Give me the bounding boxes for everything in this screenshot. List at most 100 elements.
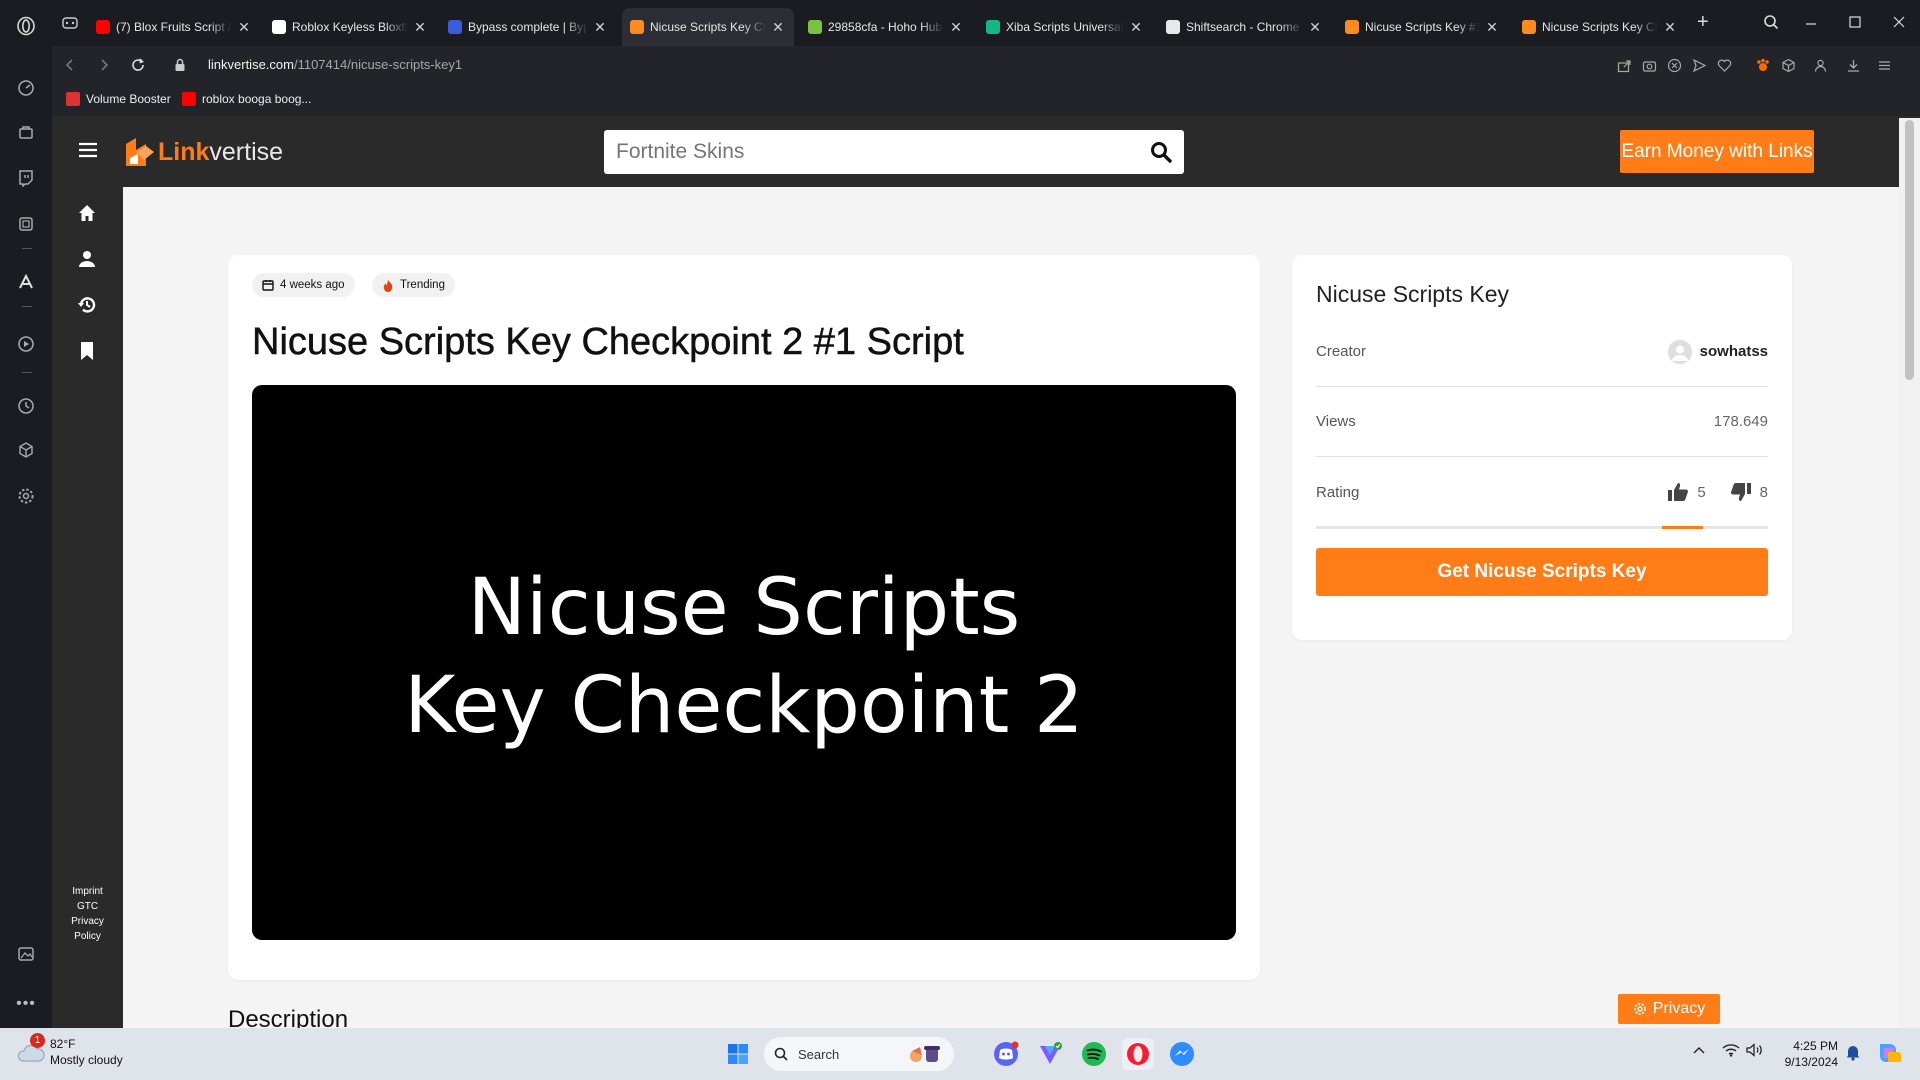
tab-islands-icon[interactable] [62, 17, 78, 29]
creator-name: sowhatss [1699, 343, 1768, 360]
download-icon[interactable] [1845, 57, 1861, 73]
close-window-button[interactable] [1884, 10, 1914, 34]
easy-setup-menu-icon[interactable] [1876, 57, 1892, 73]
discord-icon[interactable] [990, 1038, 1022, 1070]
copilot-icon[interactable] [1874, 1038, 1904, 1068]
crypto-wallet-icon[interactable] [14, 438, 38, 462]
imprint-link[interactable]: Imprint [52, 884, 123, 899]
policy-link[interactable]: Policy [52, 929, 123, 944]
tab-close-icon[interactable]: ✕ [1662, 19, 1678, 36]
dislike-button[interactable]: 8 [1730, 482, 1768, 502]
maximize-button[interactable] [1840, 10, 1870, 34]
settings-gear-icon[interactable] [14, 484, 38, 508]
privacy-settings-button[interactable]: Privacy [1618, 994, 1720, 1024]
url-field[interactable]: linkvertise.com/1107414/nicuse-scripts-k… [208, 57, 462, 72]
hamburger-menu-icon[interactable] [78, 142, 98, 158]
browser-tab[interactable]: Shiftsearch - Chrome W ✕ [1158, 8, 1331, 46]
heart-icon[interactable] [1716, 57, 1732, 73]
spotify-icon[interactable] [1078, 1038, 1110, 1070]
gtc-link[interactable]: GTC [52, 899, 123, 914]
opera-logo-icon[interactable] [14, 14, 38, 38]
wifi-icon[interactable] [1722, 1043, 1740, 1057]
tab-close-icon[interactable]: ✕ [592, 19, 608, 36]
linkvertise-logo-icon [126, 138, 154, 166]
tab-close-icon[interactable]: ✕ [1128, 19, 1144, 36]
show-hidden-icons[interactable] [1693, 1045, 1705, 1055]
profile-icon[interactable] [1812, 57, 1828, 73]
get-key-button[interactable]: Get Nicuse Scripts Key [1316, 548, 1768, 596]
more-options-icon[interactable]: ••• [14, 992, 38, 1016]
tab-close-icon[interactable]: ✕ [1484, 19, 1500, 36]
ad-blocker-icon[interactable] [1666, 57, 1682, 73]
browser-tab[interactable]: (7) Blox Fruits Script / H ✕ [88, 8, 260, 46]
minimize-button[interactable] [1796, 10, 1826, 34]
home-icon[interactable] [75, 201, 99, 225]
vpn-app-icon[interactable] [1034, 1038, 1066, 1070]
opera-gx-taskbar-icon[interactable] [1122, 1038, 1154, 1070]
post-thumbnail[interactable]: Nicuse Scripts Key Checkpoint 2 [252, 385, 1236, 940]
privacy-link[interactable]: Privacy [52, 914, 123, 929]
bookmark-item[interactable]: Volume Booster [66, 92, 171, 106]
browser-tab[interactable]: Nicuse Scripts Key Chec ✕ [622, 8, 794, 46]
volume-icon[interactable] [1746, 1043, 1764, 1057]
tab-search-icon[interactable] [1756, 10, 1786, 34]
clock-date: 9/13/2024 [1784, 1055, 1838, 1069]
url-domain: linkvertise.com [208, 57, 294, 72]
share-icon[interactable] [1616, 57, 1632, 73]
tab-close-icon[interactable]: ✕ [412, 19, 428, 36]
browser-tab[interactable]: Xiba Scripts Universal K ✕ [978, 8, 1152, 46]
back-button[interactable] [62, 57, 78, 73]
new-tab-button[interactable]: + [1697, 12, 1709, 32]
player-icon[interactable] [14, 332, 38, 356]
weather-widget[interactable]: 1 82°F Mostly cloudy [16, 1033, 123, 1068]
browser-tab[interactable]: 29858cfa - Hoho Hub V ✕ [800, 8, 972, 46]
sidebar-divider [22, 248, 32, 249]
clock[interactable]: 4:25 PM 9/13/2024 [1772, 1038, 1838, 1070]
shopping-icon[interactable] [14, 120, 38, 144]
notifications-bell-icon[interactable] [1845, 1043, 1861, 1061]
aria-icon[interactable] [14, 270, 38, 294]
bookmarks-bar: Volume Booster roblox booga boog... [52, 84, 1920, 116]
thumbs-down-icon [1730, 483, 1751, 501]
browser-tab[interactable]: Bypass complete | Bypa ✕ [440, 8, 616, 46]
messenger-icon[interactable] [1166, 1038, 1198, 1070]
history-icon[interactable] [14, 394, 38, 418]
search-icon[interactable] [1150, 141, 1172, 163]
bookmark-item[interactable]: roblox booga boog... [182, 92, 311, 106]
user-icon[interactable] [75, 247, 99, 271]
speed-dial-icon[interactable] [14, 76, 38, 100]
scrollbar-thumb[interactable] [1905, 120, 1914, 380]
weather-temp: 82°F [50, 1037, 76, 1051]
tab-close-icon[interactable]: ✕ [948, 19, 964, 36]
extensions-panel-icon[interactable] [14, 212, 38, 236]
send-icon[interactable] [1691, 57, 1707, 73]
creator-link[interactable]: sowhatss [1667, 339, 1768, 364]
tab-close-icon[interactable]: ✕ [770, 19, 786, 36]
twitch-icon[interactable] [14, 166, 38, 190]
history-icon[interactable] [75, 293, 99, 317]
tab-close-icon[interactable]: ✕ [236, 19, 252, 36]
snapshot-icon[interactable] [1641, 57, 1657, 73]
extensions-cube-icon[interactable] [1780, 57, 1796, 73]
bookmark-icon[interactable] [75, 339, 99, 363]
linkvertise-logo[interactable]: Linkvertise [124, 136, 283, 168]
page-scrollbar[interactable] [1899, 118, 1920, 1028]
forward-button[interactable] [96, 57, 112, 73]
search-icon [774, 1047, 788, 1061]
reload-button[interactable] [130, 57, 146, 73]
browser-tab[interactable]: Nicuse Scripts Key Che ✕ [1514, 8, 1686, 46]
site-search-input[interactable] [604, 130, 1134, 174]
browser-tab[interactable]: Nicuse Scripts Key #1 S ✕ [1337, 8, 1508, 46]
url-path: /1107414/nicuse-scripts-key1 [293, 57, 463, 72]
taskbar-search[interactable]: Search [764, 1037, 954, 1071]
lock-icon[interactable] [172, 57, 188, 73]
site-search-box[interactable] [604, 130, 1184, 174]
rating-bar [1316, 526, 1768, 529]
gallery-icon[interactable] [14, 942, 38, 966]
browser-tab[interactable]: Roblox Keyless Bloxfruit ✕ [264, 8, 436, 46]
tab-close-icon[interactable]: ✕ [1307, 19, 1323, 36]
like-button[interactable]: 5 [1667, 482, 1706, 502]
windows-start-icon[interactable] [722, 1038, 754, 1070]
extension-paw-icon[interactable] [1755, 57, 1771, 73]
earn-money-button[interactable]: Earn Money with Links [1620, 130, 1814, 173]
